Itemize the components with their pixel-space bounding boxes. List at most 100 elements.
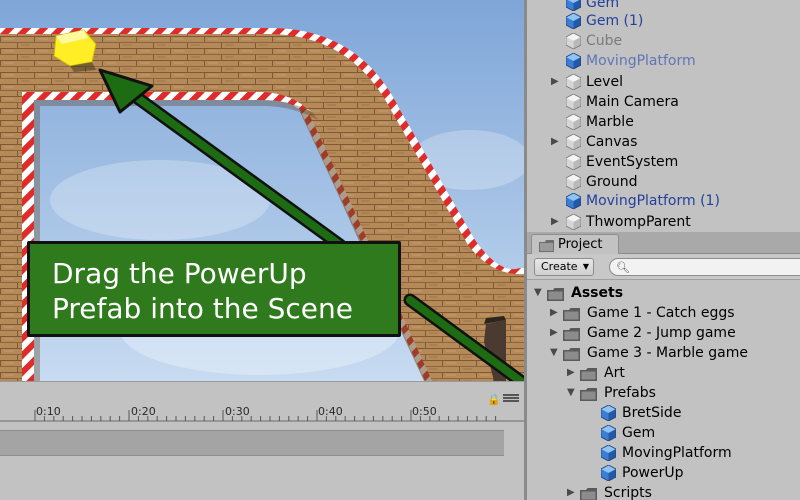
search-icon: 🔍︎ — [616, 261, 630, 274]
gameobject-cube-icon — [565, 113, 582, 131]
gameobject-cube-icon — [565, 93, 582, 111]
folder-icon — [563, 347, 581, 361]
hierarchy-item[interactable]: ▶ Level — [527, 72, 800, 92]
project-tree-item[interactable]: Gem — [527, 423, 800, 443]
prefab-cube-icon — [600, 424, 617, 442]
project-tree-item[interactable]: ▼ Prefabs — [527, 383, 800, 403]
folder-icon — [580, 487, 598, 500]
project-tree-item[interactable]: MovingPlatform — [527, 443, 800, 463]
hierarchy-item[interactable]: Main Camera — [527, 92, 800, 112]
folder-icon — [580, 367, 598, 381]
prefab-cube-icon — [565, 52, 582, 70]
project-tree-item[interactable]: ▶ Art — [527, 363, 800, 383]
project-panel: Project Create ▼ 🔍︎ ▼ Assets ▶ Game 1 - Cat… — [527, 232, 800, 500]
hierarchy-item[interactable]: ▶ Canvas — [527, 132, 800, 152]
hierarchy-item-label: Cube — [586, 33, 623, 49]
hierarchy-item[interactable]: Ground — [527, 172, 800, 192]
timeline-tick-label: 0:30 — [225, 405, 250, 418]
project-item-label: Assets — [571, 285, 624, 301]
create-button[interactable]: Create ▼ — [534, 258, 594, 276]
hierarchy-item[interactable]: Gem (1) — [527, 11, 800, 31]
project-tree-item[interactable]: ▶ Scripts — [527, 483, 800, 500]
hierarchy-item[interactable]: Marble — [527, 112, 800, 132]
prefab-cube-icon — [565, 0, 582, 12]
hierarchy-item[interactable]: Cube — [527, 31, 800, 51]
gameobject-cube-icon — [565, 32, 582, 50]
project-item-label: Gem — [622, 425, 656, 441]
project-item-label: Game 1 - Catch eggs — [587, 305, 735, 321]
instruction-callout: Drag the PowerUp Prefab into the Scene — [27, 241, 401, 337]
unity-editor-window: Drag the PowerUp Prefab into the Scene 🔒… — [0, 0, 800, 500]
hierarchy-item[interactable]: EventSystem — [527, 152, 800, 172]
panel-menu-icon[interactable] — [503, 394, 519, 403]
instruction-line-1: Drag the PowerUp — [52, 257, 307, 290]
project-tree-item[interactable]: ▼ Assets — [527, 283, 800, 303]
timeline-tick-label: 0:10 — [36, 405, 61, 418]
hierarchy-item-label: Level — [586, 74, 623, 90]
collapsed-arrow-icon[interactable]: ▶ — [550, 303, 558, 323]
folder-icon — [563, 327, 581, 341]
project-item-label: Game 3 - Marble game — [587, 345, 748, 361]
prefab-cube-icon — [565, 12, 582, 30]
folder-icon — [580, 387, 598, 401]
hierarchy-item-label: MovingPlatform (1) — [586, 193, 720, 209]
hierarchy-item-label: Ground — [586, 174, 638, 190]
gameobject-cube-icon — [565, 173, 582, 191]
instruction-line-2: Prefab into the Scene — [52, 292, 353, 325]
project-item-label: Art — [604, 365, 625, 381]
hierarchy-item-label: Canvas — [586, 134, 638, 150]
expanded-arrow-icon[interactable]: ▼ — [534, 283, 542, 303]
folder-icon — [547, 287, 565, 301]
prefab-cube-icon — [600, 404, 617, 422]
chevron-down-icon: ▼ — [582, 262, 589, 271]
gameobject-cube-icon — [565, 73, 582, 91]
collapsed-arrow-icon[interactable]: ▶ — [567, 363, 575, 383]
scene-view[interactable]: Drag the PowerUp Prefab into the Scene — [0, 0, 524, 381]
project-tab-bar: Project — [527, 232, 800, 254]
project-item-label: MovingPlatform — [622, 445, 732, 461]
expanded-arrow-icon[interactable]: ▼ — [567, 383, 575, 403]
collapsed-arrow-icon[interactable]: ▶ — [567, 483, 575, 500]
hierarchy-item[interactable]: MovingPlatform — [527, 51, 800, 71]
expand-arrow-icon[interactable]: ▶ — [551, 212, 559, 232]
hierarchy-item-label: MovingPlatform — [586, 53, 696, 69]
lock-icon[interactable]: 🔒 — [487, 393, 501, 406]
expand-arrow-icon[interactable]: ▶ — [551, 72, 559, 92]
project-tree-item[interactable]: ▼ Game 3 - Marble game — [527, 343, 800, 363]
hierarchy-panel: Gem Gem (1) Cube MovingPlatform ▶ Level Main C… — [527, 0, 800, 232]
prefab-cube-icon — [600, 444, 617, 462]
timeline-tick-label: 0:50 — [412, 405, 437, 418]
gameobject-cube-icon — [565, 153, 582, 171]
prefab-cube-icon — [565, 192, 582, 210]
tab-project[interactable]: Project — [531, 234, 619, 254]
project-tree-item[interactable]: ▶ Game 1 - Catch eggs — [527, 303, 800, 323]
timeline-track[interactable] — [0, 430, 504, 456]
timeline-panel: 🔒 0:10 0:20 0:30 0:40 0:50 — [0, 381, 524, 500]
project-item-label: BretSide — [622, 405, 682, 421]
hierarchy-item-label: EventSystem — [586, 154, 679, 170]
hierarchy-item[interactable]: ▶ ThwompParent — [527, 212, 800, 232]
project-toolbar: Create ▼ 🔍︎ — [527, 254, 800, 280]
hierarchy-item-label: Marble — [586, 114, 634, 130]
expanded-arrow-icon[interactable]: ▼ — [550, 343, 558, 363]
search-input[interactable]: 🔍︎ — [609, 258, 800, 276]
gameobject-cube-icon — [565, 213, 582, 231]
project-item-label: Scripts — [604, 485, 652, 500]
gameobject-cube-icon — [565, 133, 582, 151]
project-tree-item[interactable]: ▶ Game 2 - Jump game — [527, 323, 800, 343]
hierarchy-item-label: Main Camera — [586, 94, 679, 110]
expand-arrow-icon[interactable]: ▶ — [551, 132, 559, 152]
tab-project-label: Project — [558, 237, 603, 252]
collapsed-arrow-icon[interactable]: ▶ — [550, 323, 558, 343]
folder-icon — [563, 307, 581, 321]
hierarchy-item-label: ThwompParent — [586, 214, 691, 230]
hierarchy-item-label: Gem (1) — [586, 13, 644, 29]
project-item-label: PowerUp — [622, 465, 684, 481]
timeline-tick-label: 0:20 — [131, 405, 156, 418]
timeline-tick-label: 0:40 — [318, 405, 343, 418]
project-tree-item[interactable]: BretSide — [527, 403, 800, 423]
prefab-cube-icon — [600, 464, 617, 482]
hierarchy-item[interactable]: MovingPlatform (1) — [527, 191, 800, 211]
project-tree-item[interactable]: PowerUp — [527, 463, 800, 483]
folder-icon — [539, 240, 554, 252]
